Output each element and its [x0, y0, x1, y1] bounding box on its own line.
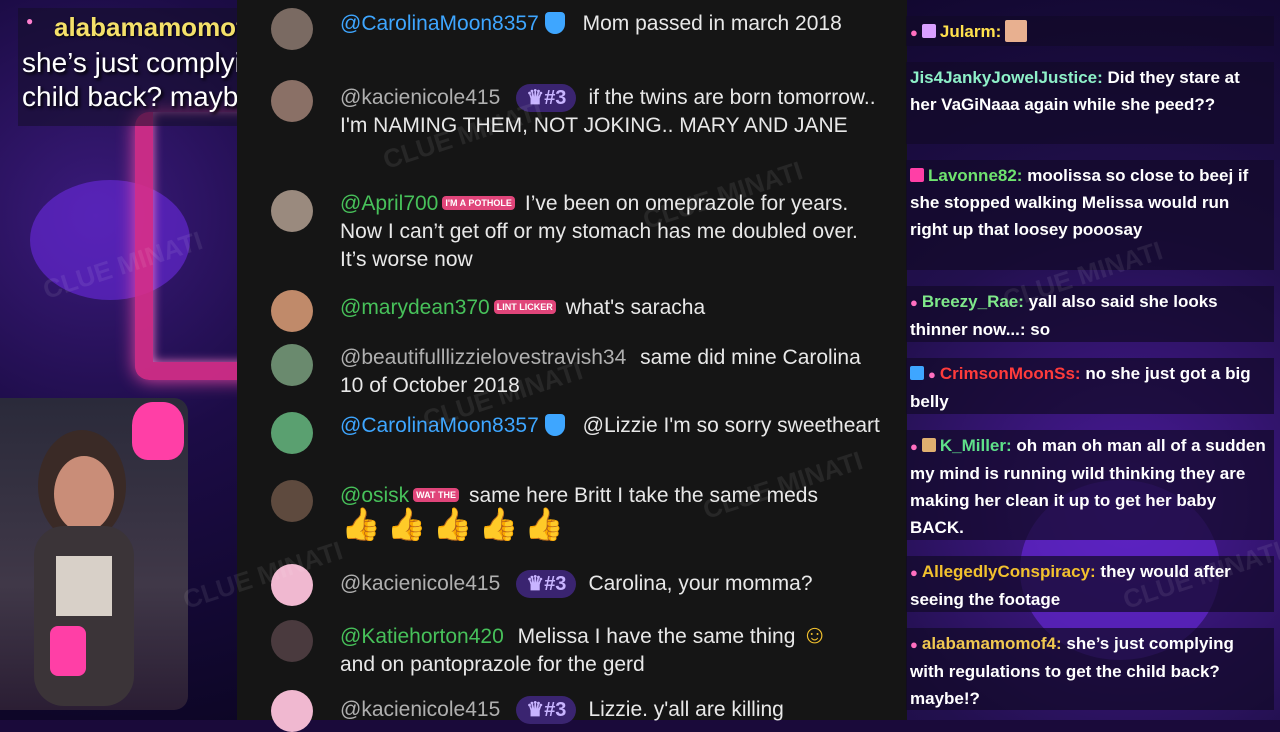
chat-username[interactable]: Breezy_Rae: — [922, 292, 1024, 311]
chat-message: ● Breezy_Rae: yall also said she looks th… — [906, 286, 1274, 342]
wat-the-sticker-icon: WAT THE — [413, 488, 459, 502]
crown-icon: ♛ — [526, 87, 545, 109]
badge-rank: #3 — [544, 87, 567, 109]
avatar[interactable] — [271, 620, 313, 662]
chat-message: ● CrimsonMoonSs: no she just got a big be… — [906, 358, 1274, 414]
chat-message: ● Jularm: — [906, 16, 1274, 46]
moderator-icon — [910, 366, 924, 380]
comment-handle[interactable]: @osisk — [340, 484, 409, 507]
chat-message: ● alabamamomof4: she’s just complying wit… — [906, 628, 1274, 710]
subscriber-badge-icon — [910, 168, 924, 182]
chat-username[interactable]: CrimsonMoonSs: — [940, 364, 1081, 383]
chat-username[interactable]: AllegedlyConspiracy: — [922, 562, 1096, 581]
comment-handle[interactable]: @marydean370 — [340, 296, 490, 319]
chat-message: ● K_Miller: oh man oh man all of a sudden… — [906, 430, 1274, 540]
chat-username[interactable]: K_Miller: — [940, 436, 1012, 455]
comment-text: same here Britt I take the same meds — [469, 484, 818, 507]
badge-rank: #3 — [544, 573, 567, 595]
avatar[interactable] — [271, 8, 313, 50]
avatar[interactable] — [271, 690, 313, 732]
avatar[interactable] — [271, 80, 313, 122]
pink-mask-icon — [132, 402, 184, 460]
user-badge-icon: ● — [910, 637, 918, 652]
verified-shield-icon — [544, 414, 565, 436]
chat-username[interactable]: alabamamomof4: — [922, 634, 1062, 653]
chat-message: ● AllegedlyConspiracy: they would after s… — [906, 556, 1274, 612]
chat-username[interactable]: Lavonne82: — [928, 166, 1022, 185]
chat-username[interactable]: Jis4JankyJowelJustice: — [910, 68, 1103, 87]
pothole-sticker-icon: I'M A POTHOLE — [442, 196, 515, 210]
comment-handle[interactable]: @kacienicole415 — [340, 86, 500, 109]
avatar[interactable] — [271, 344, 313, 386]
user-badge-icon: ● — [26, 14, 34, 28]
comment-handle[interactable]: @April700 — [340, 192, 438, 215]
chat-message: Jis4JankyJowelJustice: Did they stare at… — [906, 62, 1274, 144]
user-badge-icon: ● — [910, 25, 918, 40]
user-badge-icon: ● — [910, 295, 918, 310]
crown-icon: ♛ — [526, 699, 545, 721]
member-badge: ♛#3 — [516, 84, 577, 112]
chat-message: Lavonne82: moolissa so close to beej if … — [906, 160, 1274, 270]
member-badge: ♛#3 — [516, 570, 577, 598]
flushed-face-icon: ☺ — [801, 619, 828, 649]
avatar[interactable] — [271, 480, 313, 522]
avatar[interactable] — [271, 564, 313, 606]
user-badge-icon: ● — [910, 439, 918, 454]
avatar[interactable] — [271, 190, 313, 232]
comment-text: Mom passed in march 2018 — [582, 12, 842, 35]
comments-panel[interactable]: @CarolinaMoon8357 Mom passed in march 20… — [237, 0, 907, 732]
streamer-camera — [0, 398, 188, 710]
chat-username[interactable]: Jularm: — [940, 22, 1001, 41]
comment-handle[interactable]: @kacienicole415 — [340, 698, 500, 721]
comment-text: @Lizzie I'm so sorry sweetheart — [582, 414, 880, 437]
comment-handle[interactable]: @beautifulllizzielovestravish34 — [340, 346, 626, 369]
comment-text-line2: and on pantoprazole for the gerd — [340, 653, 645, 676]
comment-handle[interactable]: @kacienicole415 — [340, 572, 500, 595]
user-badge-icon: ● — [910, 565, 918, 580]
crown-icon: ♛ — [526, 573, 545, 595]
user-badge-icon: ● — [928, 367, 936, 382]
lint-licker-sticker-icon: LINT LICKER — [493, 300, 556, 314]
emote-icon — [1005, 20, 1028, 42]
thumbs-up-icon: 👍👍👍👍👍 — [341, 506, 571, 542]
avatar[interactable] — [271, 290, 313, 332]
gift-icon — [921, 438, 936, 452]
verified-shield-icon — [544, 12, 565, 34]
avatar[interactable] — [271, 412, 313, 454]
comment-text: Melissa I have the same thing — [517, 625, 796, 648]
comment-text: what's saracha — [565, 296, 706, 319]
comment-text: Lizzie. y'all are killing — [588, 698, 784, 721]
comment-text: Carolina, your momma? — [588, 572, 813, 595]
streamer-silhouette — [34, 430, 134, 706]
gift-icon — [921, 24, 936, 38]
comment-handle[interactable]: @Katiehorton420 — [340, 625, 504, 648]
badge-rank: #3 — [544, 699, 567, 721]
highlighted-username: alabamamomof4 — [54, 12, 260, 42]
comment-handle[interactable]: @CarolinaMoon8357 — [340, 414, 539, 437]
comment-handle[interactable]: @CarolinaMoon8357 — [340, 12, 539, 35]
